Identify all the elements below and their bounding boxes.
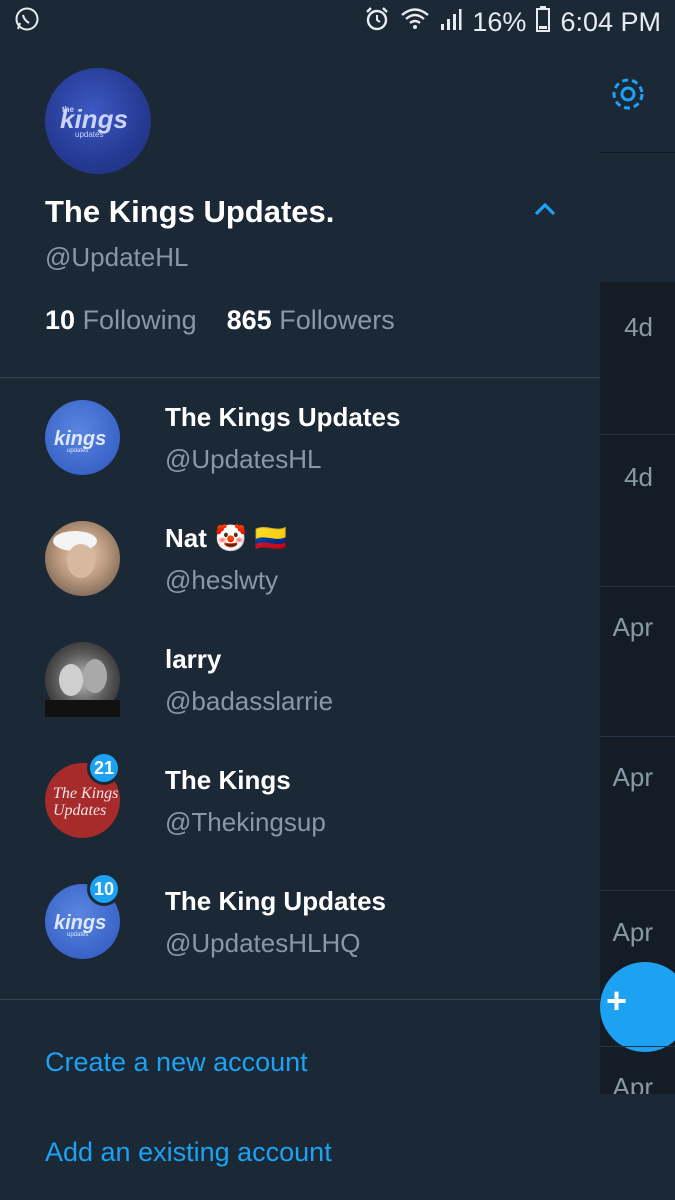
svg-text:Updates: Updates (53, 802, 106, 819)
following-stat[interactable]: 10 Following (45, 305, 197, 336)
svg-text:updates: updates (67, 932, 88, 938)
svg-text:updates: updates (75, 130, 103, 139)
kings-logo: the kings updates (60, 104, 128, 139)
notification-badge: 10 (87, 872, 122, 906)
tweet-time: 4d (624, 312, 653, 342)
create-account-link[interactable]: Create a new account (45, 1047, 308, 1078)
timeline-header (600, 44, 675, 152)
account-avatar (45, 521, 120, 596)
account-drawer: the kings updates The Kings Updates. @Up… (0, 44, 600, 1200)
profile-avatar[interactable]: the kings updates (45, 68, 151, 174)
account-avatar: The Kings Updates 21 (45, 751, 122, 838)
alarm-icon (364, 6, 390, 39)
account-item[interactable]: kings updates The Kings Updates @Updates… (0, 400, 600, 521)
emoji-flair: 🤡 🇨🇴 (214, 523, 287, 553)
svg-text:updates: updates (67, 448, 88, 454)
divider (0, 377, 600, 378)
timeline-tabbar (600, 152, 675, 282)
profile-name: The Kings Updates. (45, 194, 335, 229)
notification-badge: 21 (87, 751, 122, 785)
whatsapp-icon (14, 6, 40, 39)
battery-icon (536, 5, 551, 39)
follow-stats: 10 Following 865 Followers (45, 305, 395, 336)
account-item[interactable]: kings updates 10 The King Updates @Updat… (0, 872, 600, 1005)
compose-fab[interactable]: + (600, 962, 675, 1052)
profile-handle: @UpdateHL (45, 242, 189, 272)
account-item[interactable]: The Kings Updates 21 The Kings @Thekings… (0, 751, 600, 884)
account-avatar (45, 642, 120, 717)
divider (0, 999, 600, 1000)
status-bar: 16% 6:04 PM (0, 0, 675, 44)
account-avatar: kings updates 10 (45, 872, 122, 959)
tweet-time: Apr (612, 612, 653, 642)
signal-icon (440, 7, 462, 38)
account-avatar: kings updates (45, 400, 120, 475)
tweet-time: Apr (612, 917, 653, 947)
tweet-time: 4d (624, 462, 653, 492)
wifi-icon (400, 7, 430, 38)
svg-text:kings: kings (54, 428, 106, 450)
clock-time: 6:04 PM (560, 6, 661, 37)
add-account-link[interactable]: Add an existing account (45, 1137, 332, 1168)
account-item[interactable]: larry @badasslarrie (0, 642, 600, 763)
chevron-up-icon[interactable] (534, 202, 556, 221)
account-item[interactable]: Nat 🤡 🇨🇴 @heslwty (0, 521, 600, 642)
bottom-nav (600, 1094, 675, 1200)
gear-icon[interactable] (608, 74, 648, 119)
tweet-time: Apr (612, 762, 653, 792)
battery-percent: 16% (472, 6, 527, 37)
followers-stat[interactable]: 865 Followers (227, 305, 395, 336)
svg-text:The Kings: The Kings (53, 785, 118, 802)
svg-text:kings: kings (54, 912, 106, 934)
timeline-behind: 4d 4d Apr Apr Apr + Apr (600, 44, 675, 1200)
